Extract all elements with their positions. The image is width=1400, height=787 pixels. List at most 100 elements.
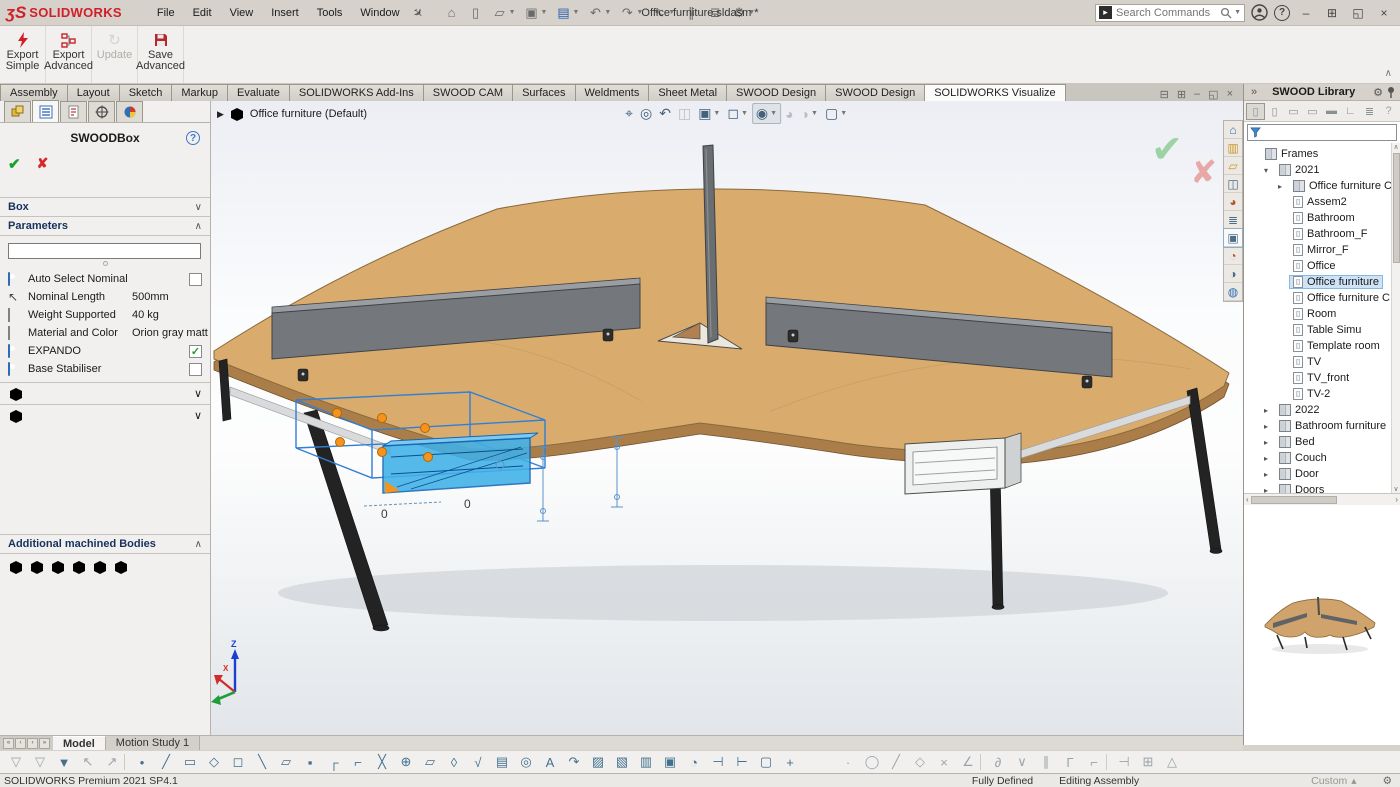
undo-icon[interactable]: ↶▼ <box>584 4 614 22</box>
menu-item[interactable]: Edit <box>184 4 221 22</box>
next-tab-button[interactable]: › <box>27 738 38 749</box>
library-vertical-scrollbar[interactable]: ∧∨ <box>1391 143 1400 493</box>
command-tab[interactable]: Evaluate <box>227 84 290 101</box>
library-tree-item[interactable]: Office furniture <box>1244 274 1400 290</box>
display-manager-tab[interactable] <box>116 101 143 122</box>
menu-item[interactable]: Window <box>351 4 408 22</box>
configuration-manager-tab[interactable] <box>60 101 87 122</box>
library-filter-box[interactable] <box>1247 124 1397 141</box>
swood-box-tab-icon[interactable]: ▣ <box>1224 229 1242 247</box>
edit-appearance-icon[interactable]: ◕▼ <box>782 105 796 123</box>
library-tree-item[interactable]: Template room <box>1244 338 1400 354</box>
view-palette-icon[interactable]: ◫ <box>1224 175 1242 193</box>
export-advanced-button[interactable]: ExportAdvanced <box>46 26 92 83</box>
angled-plane-icon[interactable]: ▱ <box>418 753 442 772</box>
zoom-to-area-icon[interactable]: ◎▼ <box>637 104 655 123</box>
first-tab-button[interactable]: « <box>3 738 14 749</box>
desk-model[interactable] <box>214 189 1229 631</box>
corner-rectangle-icon[interactable]: ▭ <box>178 753 202 772</box>
command-tab[interactable]: Weldments <box>575 84 650 101</box>
dimxpert-manager-tab[interactable] <box>88 101 115 122</box>
swood-forum-tab-icon[interactable]: ◍ <box>1224 283 1242 301</box>
model-tab[interactable]: Model <box>53 736 106 750</box>
pie-section-icon[interactable]: ◔ <box>682 753 706 772</box>
apply-scene-icon[interactable]: ◑▼ <box>798 105 821 123</box>
save-icon[interactable]: ▣▼ <box>521 4 551 22</box>
command-tab[interactable]: SWOOD Design <box>726 84 826 101</box>
prev-tab-button[interactable]: ‹ <box>15 738 26 749</box>
library-tree-item[interactable]: Assem2 <box>1244 194 1400 210</box>
pin-icon[interactable] <box>1386 86 1396 98</box>
search-dropdown-icon[interactable]: ▼ <box>1234 9 1241 16</box>
machined-body-1[interactable] <box>8 559 24 575</box>
connectors-category-icon[interactable]: ▭ <box>1285 104 1302 119</box>
panel-group-collapsed-2[interactable]: ∨ <box>0 404 210 426</box>
reverse-corner-icon[interactable]: ⌐ <box>1082 753 1106 772</box>
tree-expand-arrow[interactable]: ▸ <box>1264 422 1275 431</box>
panel-help-icon[interactable]: ? <box>186 131 200 145</box>
view-settings-icon[interactable]: ▢▼ <box>822 104 850 123</box>
custom-dropdown[interactable]: Custom▴ <box>1311 775 1356 787</box>
parameters-section-header[interactable]: Parameters ∧ <box>0 217 210 236</box>
motion-study-tab[interactable]: Motion Study 1 <box>106 736 200 750</box>
dock-pane-right-icon[interactable]: ⊞ <box>1177 88 1186 101</box>
library-tree-item[interactable]: Office furniture C <box>1244 290 1400 306</box>
machined-body-3[interactable] <box>50 559 66 575</box>
circle-tool-icon[interactable]: ◯ <box>860 753 884 772</box>
search-icon[interactable] <box>1220 7 1232 19</box>
distance-dimension-icon[interactable]: ⊣ <box>1112 753 1136 772</box>
smart-angle-icon[interactable]: ∠ <box>956 753 980 772</box>
print-icon[interactable]: ▤▼ <box>552 4 582 22</box>
menu-item[interactable]: Tools <box>308 4 352 22</box>
sketch-line-icon[interactable]: ╱ <box>154 753 178 772</box>
library-tree-item[interactable]: ▸ Office furniture C_SW <box>1244 178 1400 194</box>
centerline-icon[interactable]: ╲ <box>250 753 274 772</box>
selected-drawer[interactable] <box>383 433 538 493</box>
collapse-ribbon-icon[interactable]: ∧ <box>1385 68 1392 79</box>
zoom-to-selection-icon[interactable]: ◎ <box>514 753 538 772</box>
attachment-icon[interactable]: ∥▼ <box>680 4 702 22</box>
appearances-scenes-icon[interactable]: ◕ <box>1224 193 1242 211</box>
section-view-icon[interactable]: ◫▼ <box>675 104 694 123</box>
library-tree-item[interactable]: Frames <box>1244 146 1400 162</box>
design-library-icon[interactable]: ▥ <box>1224 139 1242 157</box>
tree-expand-arrow[interactable]: ▸ <box>1264 486 1275 494</box>
weld-bead-icon[interactable]: ▥ <box>634 753 658 772</box>
tree-expand-arrow[interactable]: ▾ <box>1264 166 1275 175</box>
edgeband-category-icon[interactable]: ▭ <box>1304 104 1321 119</box>
feature-manager-tab[interactable] <box>4 101 31 122</box>
machined-body-2[interactable] <box>29 559 45 575</box>
span-displays-button[interactable]: ⊞ <box>1322 6 1342 20</box>
frames-category-icon[interactable]: ▯ <box>1247 104 1264 119</box>
construction-line-icon[interactable]: ╳ <box>370 753 394 772</box>
graphics-viewport[interactable]: 0 0 Z X ▶ Office furniture (Default) <box>211 101 1243 735</box>
command-tab[interactable]: Sheet Metal <box>648 84 727 101</box>
box-select-icon[interactable]: ↗ <box>100 753 124 772</box>
restore-document-icon[interactable]: ◱ <box>1208 88 1218 101</box>
section-hatch-icon[interactable]: ▨ <box>586 753 610 772</box>
minimize-document-icon[interactable]: – <box>1194 88 1200 101</box>
sketch-polygon-icon[interactable]: ◇ <box>202 753 226 772</box>
expando-checkbox[interactable]: ✓ <box>189 345 202 358</box>
library-filter-input[interactable] <box>1261 127 1394 138</box>
library-tree-item[interactable]: TV <box>1244 354 1400 370</box>
command-tab[interactable]: Sketch <box>119 84 173 101</box>
file-explorer-icon[interactable]: ▱ <box>1224 157 1242 175</box>
search-input[interactable] <box>1116 7 1220 19</box>
tree-expand-arrow[interactable]: ▸ <box>1264 470 1275 479</box>
parameter-search-input[interactable] <box>8 243 201 259</box>
library-tree-item[interactable]: TV_front <box>1244 370 1400 386</box>
select-icon[interactable]: ↖▼ <box>648 4 678 22</box>
machined-body-5[interactable] <box>92 559 108 575</box>
select-tool-icon[interactable]: ↖ <box>76 753 100 772</box>
material-color-value[interactable]: Orion gray matt <box>132 327 208 339</box>
pin-menubar-icon[interactable]: ✈ <box>409 4 426 21</box>
view-orientation-icon[interactable]: ▣▼ <box>695 104 723 123</box>
box-section-header[interactable]: Box ∨ <box>0 197 210 217</box>
origin-point-icon[interactable]: ⊕ <box>394 753 418 772</box>
machining-category-icon[interactable]: ∟ <box>1342 104 1359 119</box>
tree-expand-arrow[interactable]: ▸ <box>1264 454 1275 463</box>
point-tool-icon[interactable]: · <box>836 753 860 772</box>
library-horizontal-scrollbar[interactable]: ‹› <box>1244 493 1400 505</box>
mate-right-icon[interactable]: ⊢ <box>730 753 754 772</box>
